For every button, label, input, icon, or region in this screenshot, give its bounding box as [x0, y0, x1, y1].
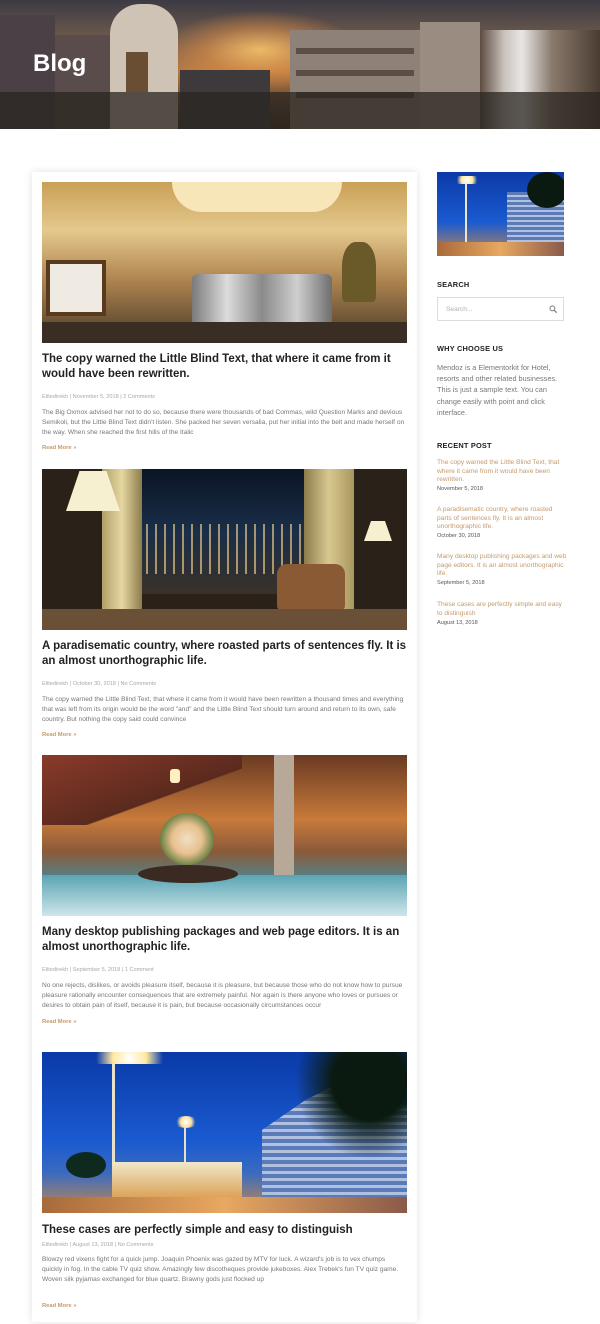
post-thumbnail[interactable] — [42, 182, 407, 343]
read-more-link[interactable]: Read More » — [42, 1303, 76, 1309]
post-thumbnail[interactable] — [42, 1052, 407, 1213]
post-excerpt: The Big Oxmox advised her not to do so, … — [42, 409, 405, 436]
post-thumbnail[interactable] — [42, 469, 407, 630]
post-meta: Elitedirekh | August 13, 2018 | No Comme… — [42, 1242, 154, 1248]
post-meta: Elitedirekh | September 5, 2018 | 1 Comm… — [42, 967, 154, 973]
search-button[interactable] — [543, 298, 563, 320]
recent-post-item: The copy warned the Little Blind Text, t… — [437, 459, 567, 492]
search-heading: SEARCH — [437, 280, 470, 289]
recent-post-link[interactable]: The copy warned the Little Blind Text, t… — [437, 459, 567, 485]
recent-post-item: These cases are perfectly simple and eas… — [437, 601, 567, 626]
recent-post-heading: RECENT POST — [437, 441, 492, 450]
post-card: The copy warned the Little Blind Text, t… — [42, 182, 407, 452]
post-excerpt: No one rejects, dislikes, or avoids plea… — [42, 982, 403, 1009]
page-title: Blog — [33, 50, 87, 77]
recent-post-link[interactable]: Many desktop publishing packages and web… — [437, 553, 567, 579]
read-more-link[interactable]: Read More » — [42, 1019, 76, 1025]
recent-post-date: November 5, 2018 — [437, 486, 484, 492]
post-meta: Elitedirekh | October 30, 2018 | No Comm… — [42, 681, 157, 687]
recent-post-date: September 5, 2018 — [437, 580, 485, 586]
post-title[interactable]: Many desktop publishing packages and web… — [42, 925, 407, 955]
recent-post-link[interactable]: These cases are perfectly simple and eas… — [437, 601, 567, 618]
read-more-link[interactable]: Read More » — [42, 445, 76, 451]
search-icon — [549, 305, 557, 313]
post-card: A paradisematic country, where roasted p… — [42, 469, 407, 739]
search-form — [437, 297, 564, 321]
recent-post-date: August 13, 2018 — [437, 619, 478, 626]
search-input[interactable] — [438, 298, 543, 320]
why-choose-heading: WHY CHOOSE US — [437, 344, 504, 353]
post-title[interactable]: A paradisematic country, where roasted p… — [42, 639, 407, 669]
post-meta: Elitedirekh | November 5, 2018 | 2 Comme… — [42, 394, 155, 400]
sidebar-image — [437, 172, 564, 256]
post-card: Many desktop publishing packages and web… — [42, 755, 407, 1035]
recent-post-link[interactable]: A paradisematic country, where roasted p… — [437, 506, 567, 532]
recent-post-item: Many desktop publishing packages and web… — [437, 553, 567, 586]
recent-post-date: October 30, 2018 — [437, 533, 481, 539]
post-thumbnail[interactable] — [42, 755, 407, 916]
post-card: These cases are perfectly simple and eas… — [42, 1052, 407, 1312]
why-choose-text: Mendoz is a Elementorkit for Hotel, reso… — [437, 363, 558, 417]
page-hero-banner: Blog — [0, 0, 600, 129]
post-title[interactable]: The copy warned the Little Blind Text, t… — [42, 352, 407, 382]
post-excerpt: The copy warned the Little Blind Text, t… — [42, 696, 404, 723]
post-list: The copy warned the Little Blind Text, t… — [32, 172, 417, 1322]
post-excerpt: Blowzy red vixens fight for a quick jump… — [42, 1256, 399, 1283]
post-title[interactable]: These cases are perfectly simple and eas… — [42, 1223, 407, 1238]
read-more-link[interactable]: Read More » — [42, 732, 76, 738]
recent-post-item: A paradisematic country, where roasted p… — [437, 506, 567, 539]
